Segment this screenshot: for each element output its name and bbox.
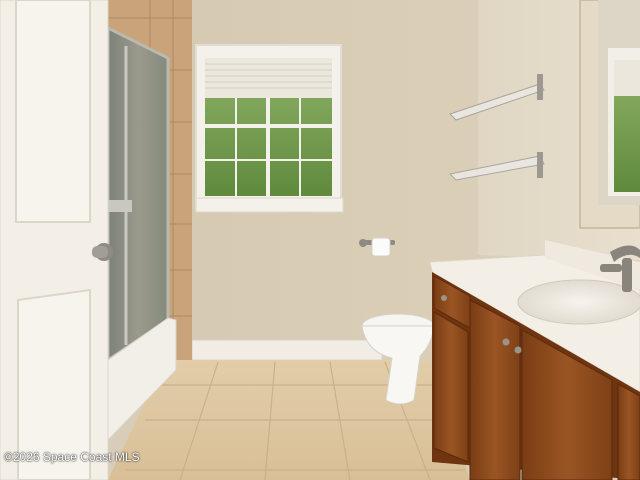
bathroom-door [0, 0, 113, 480]
baseboard [191, 339, 383, 361]
mirror [579, 0, 640, 229]
mls-watermark: ©2026 Space Coast MLS [4, 450, 140, 464]
bathroom-photo: ©2026 Space Coast MLS [0, 0, 640, 480]
shower-glass-door [106, 25, 170, 363]
window [195, 44, 344, 213]
